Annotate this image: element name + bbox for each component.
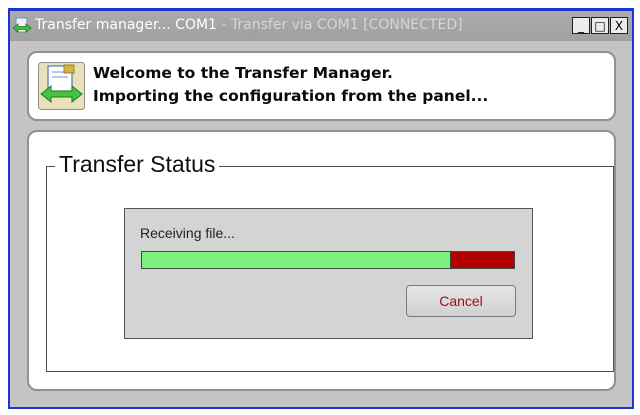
minimize-button[interactable]: _	[572, 17, 590, 34]
progress-dialog: Receiving file... Cancel	[124, 208, 533, 339]
cancel-button[interactable]: Cancel	[406, 285, 516, 317]
transfer-arrows-icon	[12, 17, 32, 33]
maximize-button[interactable]: □	[591, 17, 609, 34]
transfer-manager-window: Transfer manager... COM1 - Transfer via …	[8, 8, 634, 409]
welcome-message: Welcome to the Transfer Manager.	[93, 64, 393, 82]
title-bar[interactable]: Transfer manager... COM1 - Transfer via …	[10, 11, 632, 41]
import-status-message: Importing the configuration from the pan…	[93, 87, 489, 105]
document-transfer-icon	[38, 62, 85, 110]
window-title: Transfer manager... COM1 - Transfer via …	[35, 16, 463, 34]
progress-bar-fill	[142, 252, 451, 268]
progress-status-text: Receiving file...	[140, 225, 235, 241]
transfer-status-label: Transfer Status	[55, 150, 220, 178]
welcome-panel: Welcome to the Transfer Manager. Importi…	[27, 51, 616, 121]
close-button[interactable]: X	[610, 17, 628, 34]
window-title-suffix: - Transfer via COM1 [CONNECTED]	[216, 17, 463, 33]
progress-bar	[141, 251, 515, 269]
window-title-main: Transfer manager... COM1	[35, 17, 217, 33]
window-controls: _ □ X	[572, 17, 628, 34]
transfer-status-panel: Transfer Status Receiving file... Cancel	[27, 130, 616, 391]
